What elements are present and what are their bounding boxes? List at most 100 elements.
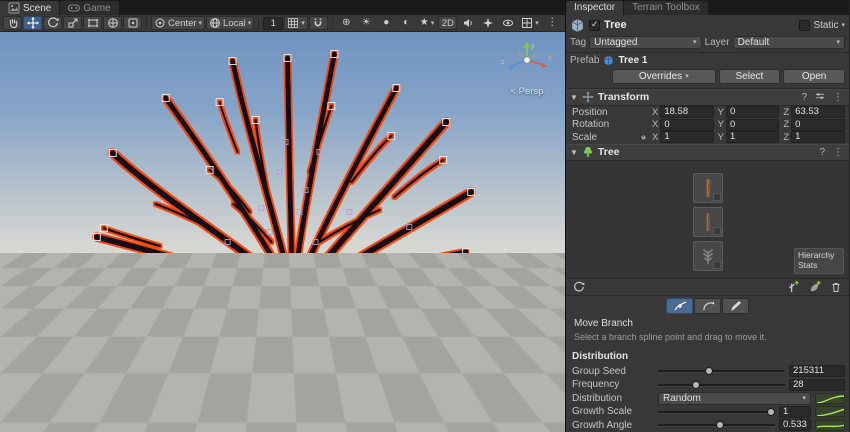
prefab-open-button[interactable]: Open <box>783 69 845 84</box>
rotation-z-field[interactable]: 0 <box>791 119 845 131</box>
snap-increment-field[interactable]: 1 <box>263 17 283 30</box>
frequency-slider[interactable] <box>658 379 785 391</box>
rotation-y-field[interactable]: 0 <box>726 119 779 131</box>
lighting-toggle-button[interactable]: ☀ <box>357 16 376 30</box>
particles-toggle-button[interactable] <box>478 16 497 30</box>
position-x-field[interactable]: 18.58 <box>660 106 713 118</box>
move-icon <box>27 17 39 29</box>
tree-hierarchy-view[interactable]: Hierarchy Stats <box>566 161 849 279</box>
branch-node-root[interactable] <box>693 173 723 203</box>
tab-scene[interactable]: Scene <box>0 1 59 15</box>
foldout-arrow-icon[interactable]: ▼ <box>570 148 578 157</box>
node-type-badge <box>713 227 721 235</box>
active-checkbox[interactable] <box>589 20 600 31</box>
group-seed-field[interactable]: 215311 <box>789 365 845 377</box>
slider-handle[interactable] <box>705 367 713 375</box>
position-y-field[interactable]: 0 <box>726 106 779 118</box>
distribution-row: Distribution Random▾ <box>566 392 849 406</box>
slider-handle[interactable] <box>692 381 700 389</box>
axis-gizmo-icon[interactable]: y x z <box>498 40 556 82</box>
snap-toggle-button[interactable] <box>309 16 328 30</box>
group-seed-slider[interactable] <box>658 365 785 377</box>
tree-component-header[interactable]: ▼ Tree ? ⋮ <box>566 144 849 161</box>
growth-angle-slider[interactable] <box>658 419 775 431</box>
tab-game[interactable]: Game <box>60 1 118 15</box>
slider-handle[interactable] <box>767 408 775 416</box>
chevron-down-icon: ▾ <box>199 20 203 27</box>
grid-visibility-button[interactable]: ▾ <box>284 16 308 30</box>
move-tool-button[interactable] <box>23 16 42 30</box>
pencil-icon <box>729 300 743 312</box>
delete-node-button[interactable] <box>826 279 846 294</box>
move-branch-tool-button[interactable] <box>666 298 693 314</box>
pivot-rotation-button[interactable]: Local▾ <box>206 16 254 30</box>
toolbar-separator <box>258 17 259 29</box>
kebab-menu-icon[interactable]: ⋮ <box>831 147 845 158</box>
growth-angle-curve-field[interactable] <box>815 420 845 431</box>
growth-scale-field[interactable]: 1 <box>779 406 811 418</box>
scene-viewport[interactable]: y x z < Persp <box>0 32 565 432</box>
kebab-menu-icon[interactable]: ⋮ <box>831 92 845 103</box>
orientation-gizmo[interactable]: y x z < Persp <box>497 40 557 97</box>
rotation-x-field[interactable]: 0 <box>660 119 713 131</box>
scale-x-field[interactable]: 1 <box>660 131 713 143</box>
refresh-button[interactable] <box>569 279 589 294</box>
gameobject-name-field[interactable]: Tree <box>604 19 795 31</box>
distribution-curve-field[interactable] <box>815 393 845 404</box>
rotation-label: Rotation <box>572 119 609 130</box>
foldout-arrow-icon[interactable]: ▼ <box>570 93 578 102</box>
scale-link-icon[interactable] <box>639 133 648 142</box>
chevron-down-icon: ▾ <box>248 20 252 27</box>
growth-scale-curve-field[interactable] <box>815 406 845 417</box>
position-z-field[interactable]: 63.53 <box>791 106 845 118</box>
frequency-field[interactable]: 28 <box>789 379 845 391</box>
unity-editor-window: Scene Game Center▾ Local▾ <box>0 0 850 432</box>
add-leaf-group-button[interactable] <box>804 279 824 294</box>
scale-y-field[interactable]: 1 <box>726 131 779 143</box>
draw-branch-tool-button[interactable] <box>722 298 749 314</box>
projection-label[interactable]: < Persp <box>497 86 557 97</box>
growth-scale-slider[interactable] <box>658 406 775 418</box>
effects-dropdown-button[interactable]: ★▾ <box>417 16 437 30</box>
prefab-overrides-button[interactable]: Overrides▾ <box>612 69 716 84</box>
transform-tool-button[interactable] <box>103 16 122 30</box>
visibility-toggle-button[interactable] <box>498 16 517 30</box>
add-leaf-icon <box>808 280 821 293</box>
prefab-name[interactable]: Tree 1 <box>618 55 647 66</box>
static-dropdown[interactable]: Static ▾ <box>799 20 845 31</box>
distribution-dropdown[interactable]: Random▾ <box>658 392 811 405</box>
rect-icon <box>87 17 99 29</box>
tab-terrain-toolbox[interactable]: Terrain Toolbox <box>624 1 708 15</box>
growth-angle-field[interactable]: 0.533 <box>779 419 811 431</box>
shadows-toggle-button[interactable]: ◐ <box>397 16 416 30</box>
gizmos-dropdown-button[interactable]: ▾ <box>518 16 542 30</box>
custom-tool-button[interactable] <box>123 16 142 30</box>
rect-tool-button[interactable] <box>83 16 102 30</box>
view-tool-button[interactable] <box>3 16 22 30</box>
layer-dropdown[interactable]: Default▾ <box>733 36 845 49</box>
scale-tool-button[interactable] <box>63 16 82 30</box>
branch-node-child[interactable] <box>693 207 723 237</box>
prefab-select-button[interactable]: Select <box>719 69 781 84</box>
slider-handle[interactable] <box>716 421 724 429</box>
scale-z-field[interactable]: 1 <box>791 131 845 143</box>
add-branch-group-button[interactable] <box>782 279 802 294</box>
audio-toggle-button[interactable] <box>458 16 477 30</box>
help-icon[interactable]: ? <box>799 92 809 103</box>
tag-dropdown[interactable]: Untagged▾ <box>589 36 701 49</box>
rotate-tool-button[interactable] <box>43 16 62 30</box>
transform-component-header[interactable]: ▼ Transform ? ⋮ <box>566 89 849 106</box>
scene-menu-button[interactable]: ⋮ <box>543 16 562 30</box>
preset-icon[interactable] <box>813 91 827 104</box>
mode-2d-button[interactable]: 2D <box>438 16 457 30</box>
static-checkbox[interactable] <box>799 20 810 31</box>
help-icon[interactable]: ? <box>817 147 827 158</box>
leaf-node[interactable] <box>693 241 723 271</box>
tool-hint: Select a branch spline point and drag to… <box>574 332 841 342</box>
gizmo-crosshair-button[interactable]: ⊕ <box>337 16 356 30</box>
pivot-mode-button[interactable]: Center▾ <box>151 16 205 30</box>
tab-inspector[interactable]: Inspector <box>566 1 623 15</box>
scene-panel: Scene Game Center▾ Local▾ <box>0 0 565 432</box>
rotate-branch-tool-button[interactable] <box>694 298 721 314</box>
shading-mode-button[interactable]: ● <box>377 16 396 30</box>
